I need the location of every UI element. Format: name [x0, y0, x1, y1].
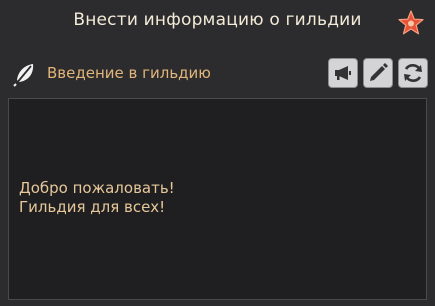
star-icon[interactable]: [397, 9, 425, 37]
guild-info-panel: Внести информацию о гильдии Введение в г…: [0, 0, 435, 306]
section-label: Введение в гильдию: [47, 64, 211, 82]
refresh-icon: [401, 61, 425, 85]
title-bar: Внести информацию о гильдии: [0, 0, 435, 44]
guild-intro-textarea[interactable]: Добро пожаловать! Гильдия для всех!: [8, 98, 427, 300]
pencil-icon: [367, 62, 389, 84]
section-header: Введение в гильдию: [0, 54, 435, 94]
megaphone-icon: [333, 64, 353, 82]
intro-line: Гильдия для всех!: [19, 198, 166, 216]
intro-line: Добро пожаловать!: [19, 179, 175, 197]
feather-icon: [12, 61, 38, 87]
window-title: Внести информацию о гильдии: [73, 10, 362, 30]
refresh-button[interactable]: [398, 58, 428, 88]
edit-button[interactable]: [363, 58, 393, 88]
guild-intro-text: Добро пожаловать! Гильдия для всех!: [19, 179, 175, 217]
announce-button[interactable]: [328, 58, 358, 88]
